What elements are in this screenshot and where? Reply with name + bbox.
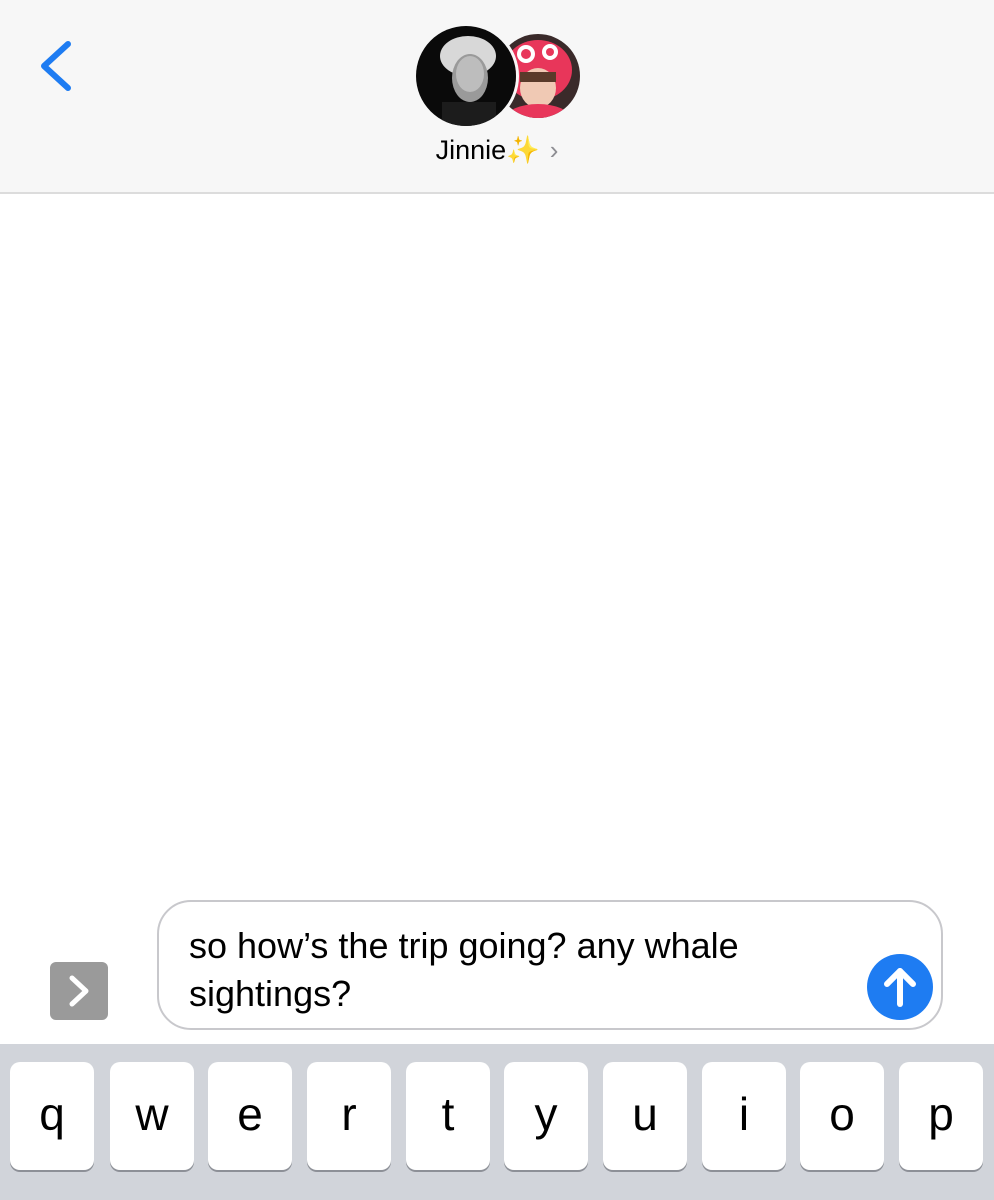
key-e[interactable]: e: [208, 1062, 292, 1170]
key-y[interactable]: y: [504, 1062, 588, 1170]
key-r[interactable]: r: [307, 1062, 391, 1170]
chevron-right-icon: [69, 975, 89, 1007]
contact-name: Jinnie: [435, 135, 507, 165]
key-u[interactable]: u: [603, 1062, 687, 1170]
chevron-right-icon: ›: [549, 135, 559, 165]
sparkles-icon: ✨: [506, 135, 540, 165]
avatar-photo-grayscale: [416, 26, 516, 126]
key-o[interactable]: o: [800, 1062, 884, 1170]
keyboard: q w e r t y u i o p: [0, 1044, 994, 1200]
key-w[interactable]: w: [110, 1062, 194, 1170]
key-p[interactable]: p: [899, 1062, 983, 1170]
key-t[interactable]: t: [406, 1062, 490, 1170]
back-button[interactable]: [34, 38, 78, 94]
key-i[interactable]: i: [702, 1062, 786, 1170]
key-q[interactable]: q: [10, 1062, 94, 1170]
arrow-up-icon: [884, 968, 916, 1007]
apps-expand-button[interactable]: [50, 962, 108, 1020]
send-button[interactable]: [867, 954, 933, 1020]
keyboard-row-1: q w e r t y u i o p: [10, 1062, 990, 1172]
message-input-text[interactable]: so how’s the trip going? any whale sight…: [189, 922, 849, 1018]
avatar-primary[interactable]: [413, 23, 519, 129]
chevron-left-icon: [41, 41, 71, 91]
conversation-header: Jinnie✨ ›: [0, 0, 994, 194]
contact-name-button[interactable]: Jinnie✨ ›: [0, 134, 994, 166]
message-input-field[interactable]: so how’s the trip going? any whale sight…: [157, 900, 943, 1030]
